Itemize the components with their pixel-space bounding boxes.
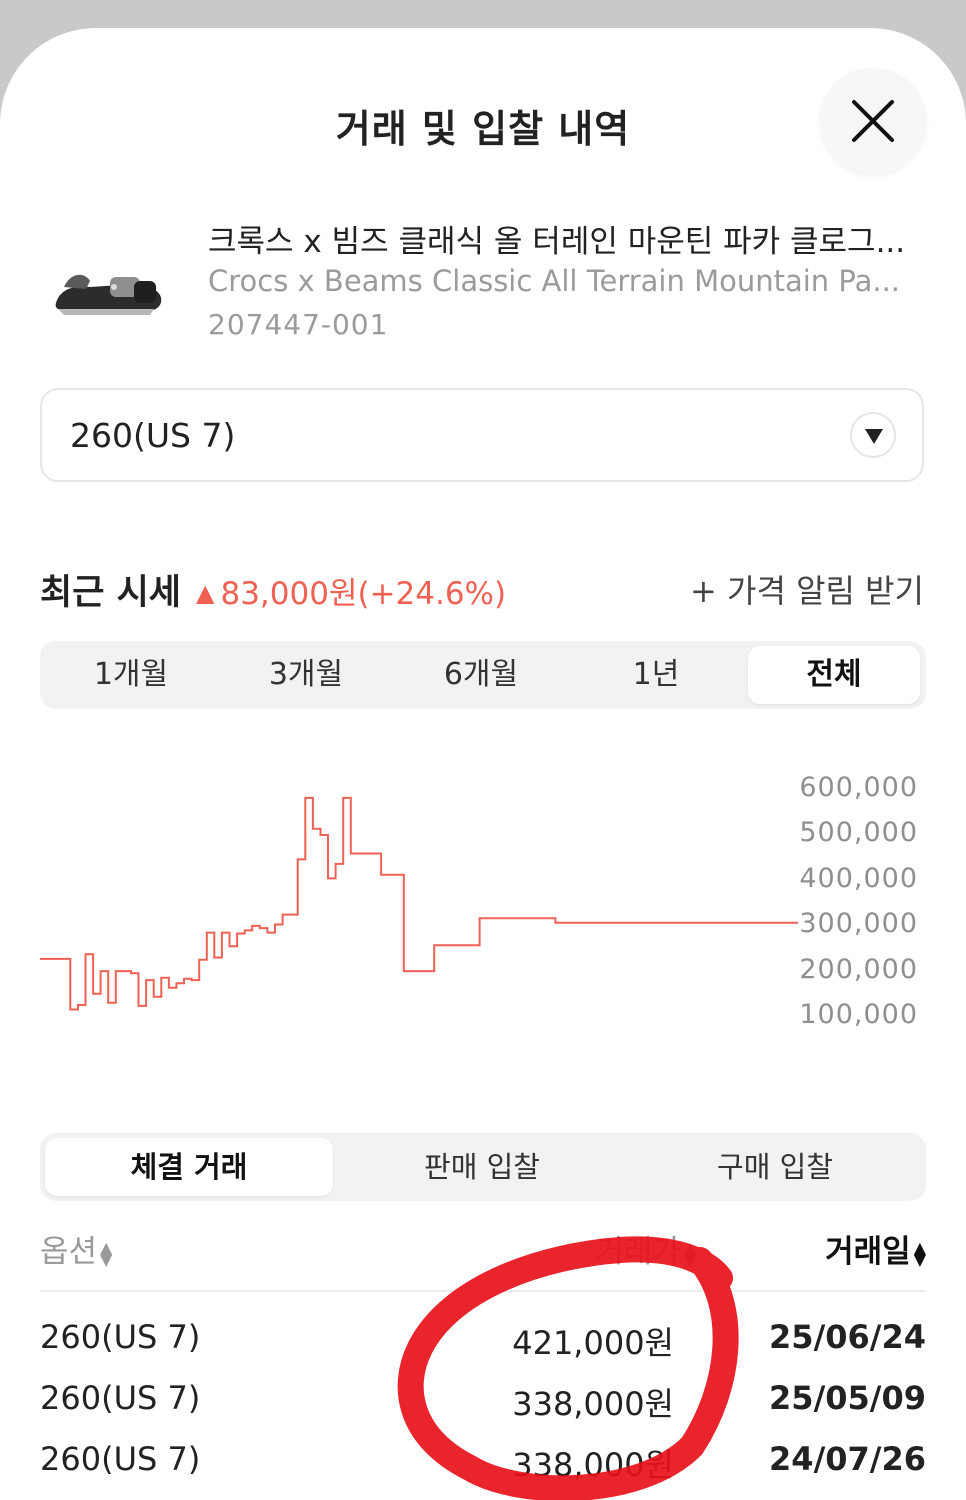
row-date: 24/07/26 [769,1440,926,1478]
sort-icon: ▲ ▼ [100,1237,113,1269]
y-tick-label: 400,000 [799,863,918,894]
transaction-tabs: 체결 거래 판매 입찰 구매 입찰 [40,1133,926,1201]
table-row: 260(US 7) 421,000원 25/06/24 [40,1318,926,1378]
bottom-sheet: 거래 및 입찰 내역 크록스 x 빔즈 클래식 올 터레인 마운틴 파카 클로그… [0,28,966,1500]
y-tick-label: 500,000 [799,817,918,848]
tab-3-months[interactable]: 3개월 [220,646,392,704]
price-change: ▲ 83,000원(+24.6%) [196,568,506,613]
price-series-line [40,796,798,1011]
tab-1-year[interactable]: 1년 [570,646,742,704]
row-option: 260(US 7) [40,1318,201,1356]
dropdown-button[interactable] [850,412,896,458]
column-header-price[interactable]: 거래가 ▲ ▼ [595,1226,696,1271]
size-select-value: 260(US 7) [70,416,236,455]
table-row: 260(US 7) 338,000원 25/05/09 [40,1379,926,1439]
row-price: 338,000원 [512,1446,674,1484]
tab-completed-trades[interactable]: 체결 거래 [45,1138,333,1196]
product-model-code: 207447-001 [208,308,389,341]
table-divider [40,1290,926,1292]
product-thumbnail [50,263,166,323]
up-triangle-icon: ▲ [196,579,215,607]
y-tick-label: 200,000 [799,954,918,985]
column-header-option[interactable]: 옵션 ▲ ▼ [40,1226,112,1271]
column-header-option-label: 옵션 [40,1234,98,1270]
recent-price-label: 최근 시세 [40,573,181,613]
y-tick-label: 100,000 [799,999,918,1030]
column-header-date[interactable]: 거래일 ▲ ▼ [825,1226,926,1271]
price-change-value: 83,000원(+24.6%) [220,576,507,612]
tab-6-months[interactable]: 6개월 [395,646,567,704]
table-row: 260(US 7) 338,000원 24/07/26 [40,1440,926,1500]
y-tick-label: 300,000 [799,908,918,939]
row-price: 421,000원 [512,1324,674,1362]
tab-1-month[interactable]: 1개월 [45,646,217,704]
column-header-price-label: 거래가 [595,1234,681,1270]
price-alert-link[interactable]: + 가격 알림 받기 [690,566,924,612]
column-header-date-label: 거래일 [825,1234,911,1270]
size-select[interactable]: 260(US 7) [40,388,924,482]
sort-icon: ▲ ▼ [683,1237,696,1269]
price-chart: 600,000 500,000 400,000 300,000 200,000 … [0,748,966,1088]
y-tick-label: 600,000 [799,772,918,803]
row-price: 338,000원 [512,1385,674,1423]
row-option: 260(US 7) [40,1440,201,1478]
period-tabs: 1개월 3개월 6개월 1년 전체 [40,641,926,709]
product-name-korean: 크록스 x 빔즈 클래식 올 터레인 마운틴 파카 클로그... [208,224,906,260]
tab-all[interactable]: 전체 [748,646,920,704]
tab-sell-bids[interactable]: 판매 입찰 [338,1138,626,1196]
row-option: 260(US 7) [40,1379,201,1417]
tab-buy-bids[interactable]: 구매 입찰 [631,1138,919,1196]
sort-icon: ▲ ▼ [913,1237,926,1269]
close-button[interactable] [820,68,926,174]
product-name-english: Crocs x Beams Classic All Terrain Mounta… [208,264,901,298]
row-date: 25/06/24 [769,1318,926,1356]
triangle-down-icon [865,429,883,444]
close-icon [852,100,894,142]
row-date: 25/05/09 [769,1379,926,1417]
